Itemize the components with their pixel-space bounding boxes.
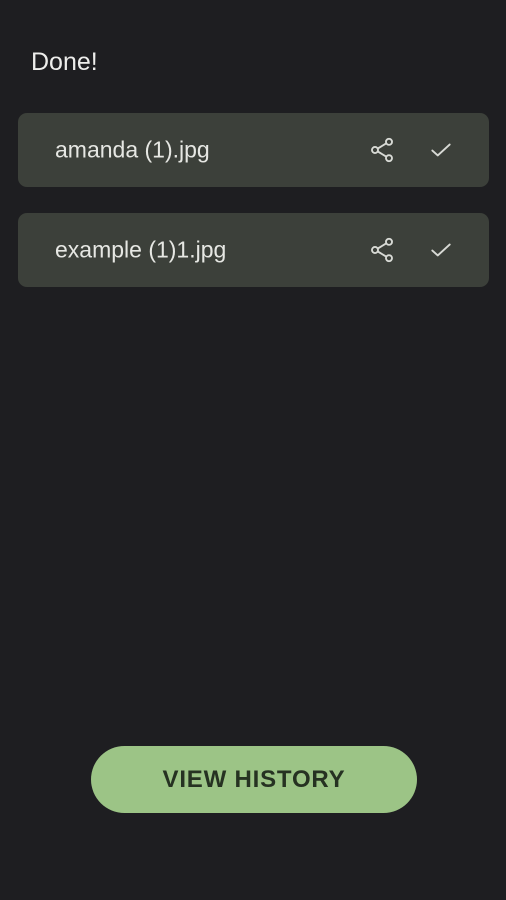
share-icon[interactable] — [365, 133, 399, 167]
view-history-button[interactable]: VIEW HISTORY — [91, 746, 417, 813]
file-name: example (1)1.jpg — [55, 236, 227, 263]
share-icon[interactable] — [365, 233, 399, 267]
file-item: example (1)1.jpg — [18, 213, 489, 287]
file-list: amanda (1).jpg example (1)1.jpg — [18, 113, 489, 313]
file-item: amanda (1).jpg — [18, 113, 489, 187]
check-icon — [424, 133, 458, 167]
status-title: Done! — [31, 48, 98, 76]
file-name: amanda (1).jpg — [55, 136, 210, 163]
check-icon — [424, 233, 458, 267]
